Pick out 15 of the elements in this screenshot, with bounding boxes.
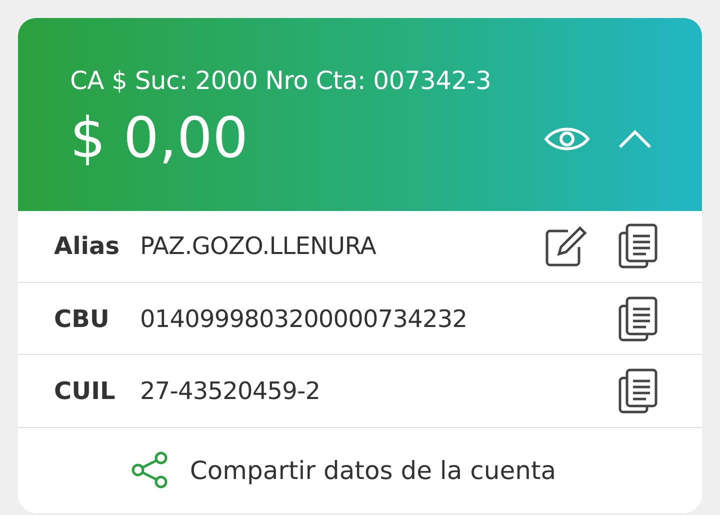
share-icon: [130, 450, 170, 490]
detail-label: CUIL: [54, 377, 116, 406]
copy-icon[interactable]: [618, 223, 658, 270]
copy-icon[interactable]: [618, 296, 658, 342]
detail-value: 0140999803200000734232: [140, 304, 468, 333]
account-title: CA $ Suc: 2000 Nro Cta: 007342-3: [70, 65, 492, 97]
share-button[interactable]: Compartir datos de la cuenta: [18, 428, 702, 513]
balance-amount: $ 0,00: [70, 105, 250, 173]
detail-value: 27-43520459-2: [140, 377, 322, 406]
detail-label: Alias: [54, 232, 121, 260]
detail-label: CBU: [54, 304, 110, 333]
copy-icon[interactable]: [618, 368, 658, 414]
chevron-up-icon[interactable]: [618, 129, 652, 149]
edit-icon[interactable]: [544, 225, 588, 268]
detail-value: PAZ.GOZO.LLENURA: [140, 232, 378, 260]
